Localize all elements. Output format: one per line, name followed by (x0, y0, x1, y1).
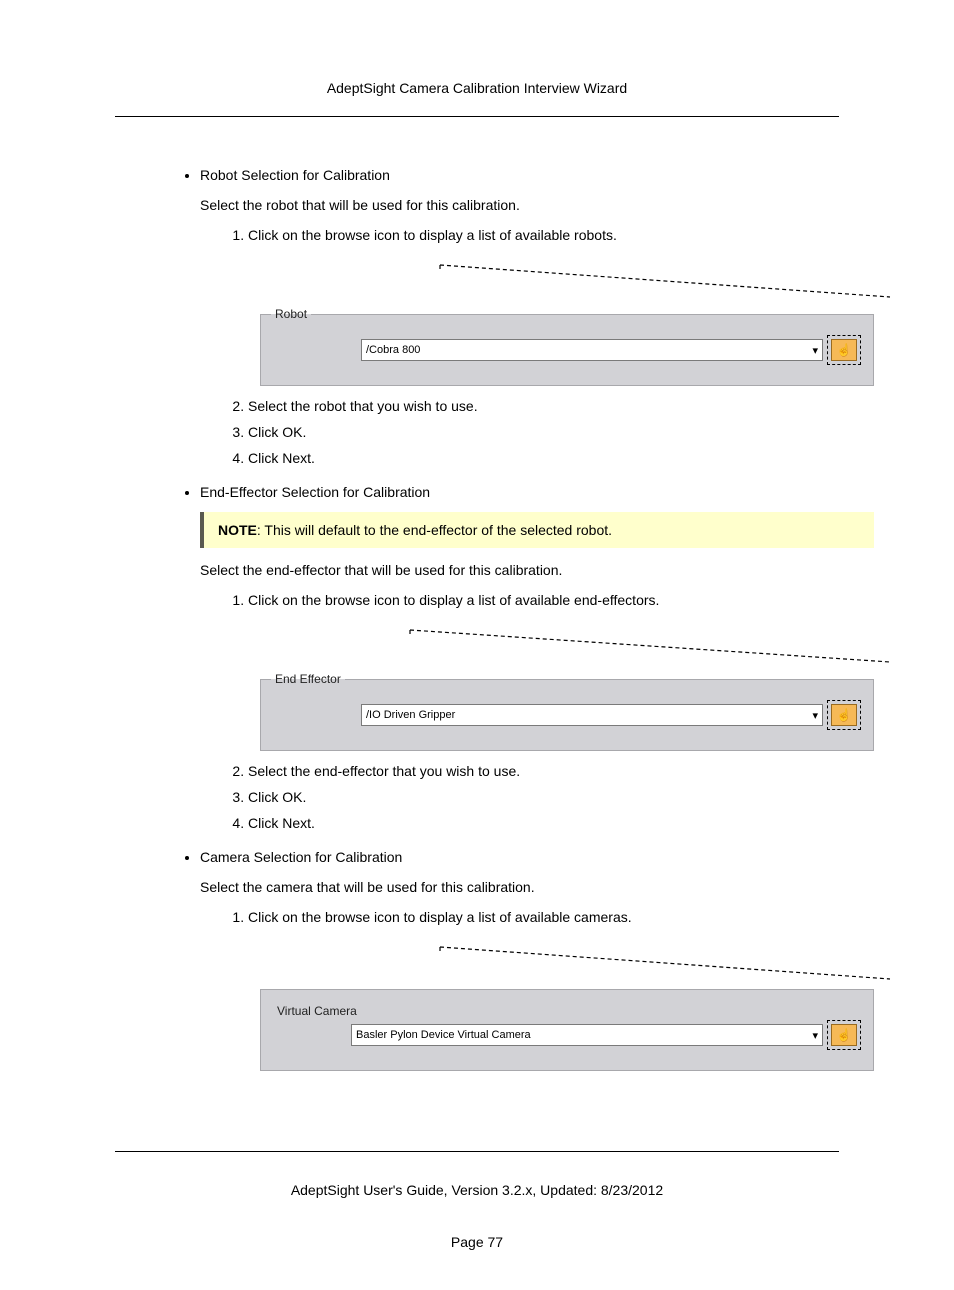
step-item: Click on the browse icon to display a li… (248, 909, 874, 925)
camera-legend: Virtual Camera (277, 1004, 857, 1018)
footer-divider (115, 1151, 839, 1152)
step-item: Click Next. (248, 815, 874, 831)
robot-fieldset: Robot /Cobra 800 ▾ ☝ (260, 307, 874, 386)
step-item: Click on the browse icon to display a li… (248, 592, 874, 608)
endeffector-select-value: /IO Driven Gripper (366, 709, 455, 721)
page-header-title: AdeptSight Camera Calibration Interview … (40, 80, 914, 96)
camera-select-value: Basler Pylon Device Virtual Camera (356, 1029, 531, 1041)
content-area: Robot Selection for Calibration Select t… (180, 167, 874, 1071)
pointer-icon: ☝ (837, 708, 852, 722)
robot-browse-button[interactable]: ☝ (831, 339, 857, 361)
section-heading-endeffector: End-Effector Selection for Calibration (200, 484, 874, 500)
robot-select[interactable]: /Cobra 800 ▾ (361, 339, 823, 361)
section-intro-endeffector: Select the end-effector that will be use… (200, 562, 874, 578)
endeffector-select[interactable]: /IO Driven Gripper ▾ (361, 704, 823, 726)
pointer-icon: ☝ (837, 343, 852, 357)
chevron-down-icon: ▾ (812, 1029, 818, 1042)
step-item: Select the robot that you wish to use. (248, 398, 874, 414)
callout-arrow-endeffector (200, 626, 874, 666)
step-item: Click Next. (248, 450, 874, 466)
section-heading-camera: Camera Selection for Calibration (200, 849, 874, 865)
camera-browse-button[interactable]: ☝ (831, 1024, 857, 1046)
step-item: Click on the browse icon to display a li… (248, 227, 874, 243)
endeffector-fieldset: End Effector /IO Driven Gripper ▾ ☝ (260, 672, 874, 751)
callout-arrow-camera (200, 943, 874, 983)
footer-text: AdeptSight User's Guide, Version 3.2.x, … (40, 1182, 914, 1198)
robot-select-value: /Cobra 800 (366, 344, 420, 356)
endeffector-legend: End Effector (271, 672, 345, 686)
camera-select[interactable]: Basler Pylon Device Virtual Camera ▾ (351, 1024, 823, 1046)
section-intro-robot: Select the robot that will be used for t… (200, 197, 874, 213)
page-number: Page 77 (40, 1234, 914, 1250)
step-item: Click OK. (248, 789, 874, 805)
step-item: Select the end-effector that you wish to… (248, 763, 874, 779)
chevron-down-icon: ▾ (812, 344, 818, 357)
note-text: : This will default to the end-effector … (257, 522, 612, 538)
header-divider (115, 116, 839, 117)
pointer-icon: ☝ (837, 1028, 852, 1042)
camera-fieldset: Virtual Camera Basler Pylon Device Virtu… (260, 989, 874, 1071)
chevron-down-icon: ▾ (812, 709, 818, 722)
note-box: NOTE: This will default to the end-effec… (200, 512, 874, 548)
callout-arrow-robot (200, 261, 874, 301)
step-item: Click OK. (248, 424, 874, 440)
section-heading-robot: Robot Selection for Calibration (200, 167, 874, 183)
note-prefix: NOTE (218, 522, 257, 538)
section-intro-camera: Select the camera that will be used for … (200, 879, 874, 895)
robot-legend: Robot (271, 307, 311, 321)
endeffector-browse-button[interactable]: ☝ (831, 704, 857, 726)
